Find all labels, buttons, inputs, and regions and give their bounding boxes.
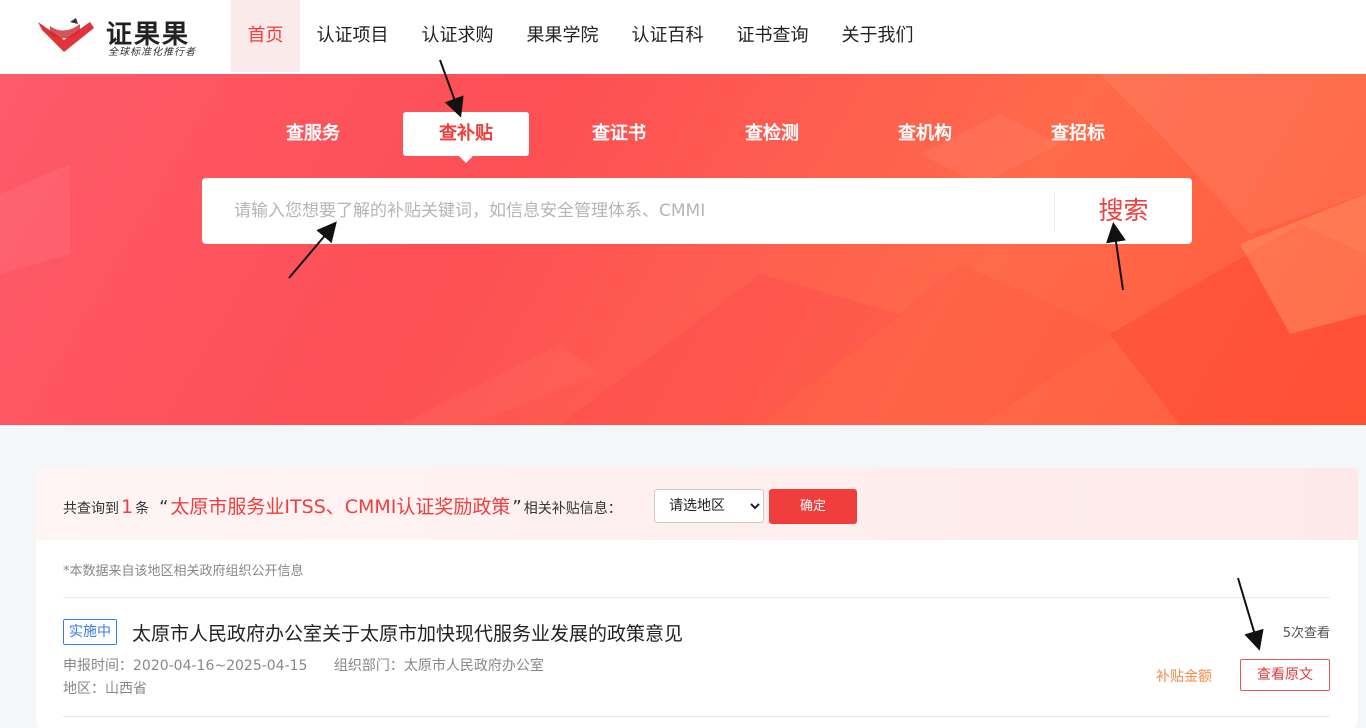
view-original-button[interactable]: 查看原文: [1240, 659, 1330, 691]
org-value: 太原市人民政府办公室: [403, 658, 544, 674]
site-header: 证果果 全球标准化推行者 首页 认证项目 认证求购 果果学院 认证百科 证书查询…: [0, 0, 1366, 74]
region-select[interactable]: 请选地区: [654, 489, 764, 523]
declare-time: 申报时间：2020-04-16~2025-04-15 组织部门：太原市人民政府办…: [63, 655, 544, 675]
divider: [63, 597, 1330, 598]
region-label: 地区：: [63, 681, 105, 697]
status-badge: 实施中: [63, 619, 117, 645]
summary-prefix: 共查询到: [63, 501, 119, 517]
logo-mark-icon: [38, 18, 94, 52]
nav-item-cert-purchase[interactable]: 认证求购: [405, 0, 510, 72]
tab-tender[interactable]: 查招标: [1015, 112, 1141, 156]
search-button[interactable]: 搜索: [1055, 178, 1192, 244]
nav-item-home[interactable]: 首页: [231, 0, 300, 72]
brand-logo[interactable]: 证果果 全球标准化推行者: [36, 14, 216, 60]
declare-time-value: 2020-04-16~2025-04-15: [133, 658, 308, 674]
nav-item-cert-lookup[interactable]: 证书查询: [720, 0, 825, 72]
divider: [63, 716, 1330, 717]
search-input[interactable]: [202, 178, 1054, 244]
nav-item-about[interactable]: 关于我们: [825, 0, 930, 72]
summary-suffix: 相关补贴信息：: [523, 501, 622, 517]
search-tabs: 查服务 查补贴 查证书 查检测 查机构 查招标: [250, 112, 1168, 163]
tab-subsidy[interactable]: 查补贴: [403, 112, 529, 163]
nav-item-academy[interactable]: 果果学院: [510, 0, 615, 72]
data-source-note: *本数据来自该地区相关政府组织公开信息: [63, 564, 304, 579]
result-count: 1: [121, 496, 134, 518]
nav-item-cert-projects[interactable]: 认证项目: [300, 0, 405, 72]
tab-service[interactable]: 查服务: [250, 112, 376, 156]
region-value: 山西省: [105, 681, 147, 697]
results-panel: 共查询到 1 条 “ 太原市服务业ITSS、CMMI认证奖励政策 ” 相关补贴信…: [36, 468, 1358, 728]
brand-slogan: 全球标准化推行者: [108, 47, 196, 58]
search-box: 搜索: [202, 178, 1192, 244]
tab-testing[interactable]: 查检测: [709, 112, 835, 156]
nav-item-cert-wiki[interactable]: 认证百科: [615, 0, 720, 72]
results-summary: 共查询到 1 条 “ 太原市服务业ITSS、CMMI认证奖励政策 ” 相关补贴信…: [63, 492, 622, 519]
view-count: 5次查看: [1282, 626, 1330, 641]
subsidy-amount-link[interactable]: 补贴金额: [1156, 666, 1212, 686]
close-quote: ”: [512, 497, 522, 518]
open-quote: “: [159, 497, 169, 518]
region-info: 地区：山西省: [63, 678, 147, 698]
policy-title-link[interactable]: 太原市人民政府办公室关于太原市加快现代服务业发展的政策意见: [132, 619, 683, 646]
results-header: 共查询到 1 条 “ 太原市服务业ITSS、CMMI认证奖励政策 ” 相关补贴信…: [36, 468, 1358, 540]
confirm-button[interactable]: 确定: [769, 489, 857, 524]
summary-unit: 条: [135, 501, 150, 517]
search-keyword: 太原市服务业ITSS、CMMI认证奖励政策: [170, 496, 511, 518]
org-label: 组织部门：: [333, 658, 404, 674]
search-banner: 查服务 查补贴 查证书 查检测 查机构 查招标 搜索: [0, 74, 1366, 425]
tab-institution[interactable]: 查机构: [862, 112, 988, 156]
main-nav: 首页 认证项目 认证求购 果果学院 认证百科 证书查询 关于我们: [231, 0, 930, 72]
tab-certificate[interactable]: 查证书: [556, 112, 682, 156]
declare-time-label: 申报时间：: [63, 658, 133, 674]
